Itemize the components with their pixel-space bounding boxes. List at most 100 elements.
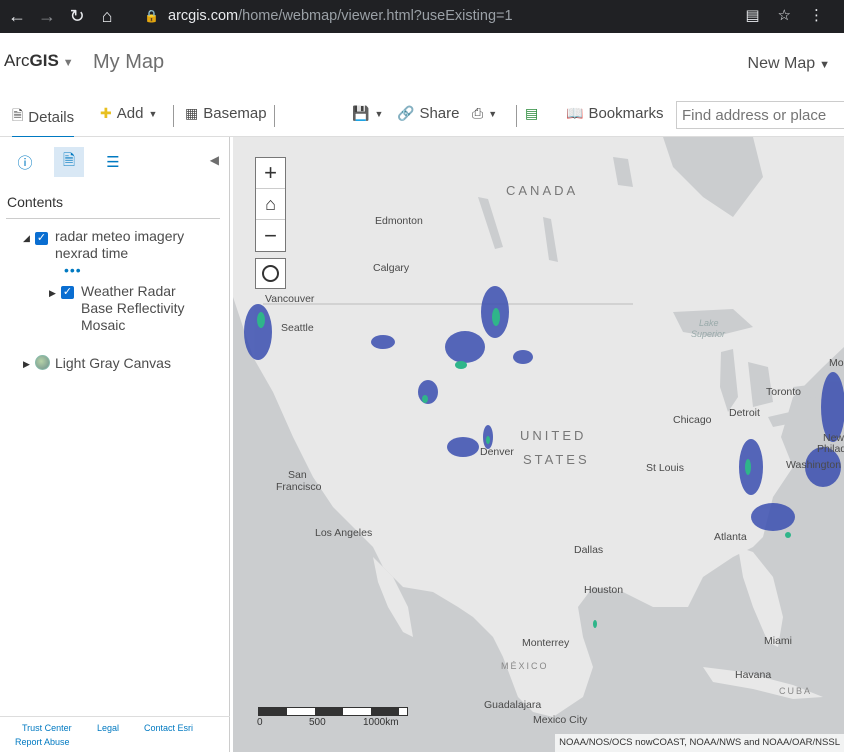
layer-radar-meteo-name[interactable]: radar meteo imagery nexrad time bbox=[55, 228, 184, 262]
label-houston: Houston bbox=[584, 584, 624, 596]
basemap-globe-icon bbox=[35, 355, 50, 370]
chevron-down-icon: ▼ bbox=[374, 108, 384, 119]
label-havana: Havana bbox=[735, 669, 772, 681]
save-disk-icon: 💾 bbox=[352, 105, 370, 121]
trust-center-link[interactable]: Trust Center bbox=[22, 723, 72, 733]
map-toolbar: 🗎 Details ✚ Add ▼ ▦ Basemap 💾 ▼ 🔗 Share ⎙ ▼ ▤ 📖… bbox=[0, 91, 844, 138]
layer-visibility-checkbox[interactable]: ✓ bbox=[35, 232, 48, 245]
label-monterrey: Monterrey bbox=[522, 637, 570, 649]
contact-esri-link[interactable]: Contact Esri bbox=[144, 723, 193, 733]
contents-heading: Contents bbox=[7, 194, 64, 210]
link-icon: 🔗 bbox=[397, 105, 415, 121]
label-montreal: Mo bbox=[829, 357, 844, 369]
details-button[interactable]: 🗎 Details bbox=[12, 105, 75, 138]
layer-light-gray-canvas-name[interactable]: Light Gray Canvas bbox=[55, 355, 171, 372]
zoom-out-button[interactable]: − bbox=[256, 220, 285, 251]
label-philadelphia: Philade bbox=[817, 443, 844, 455]
browser-toolbar: ← → ↻ ⌂ 🔒 arcgis.com/home/webmap/viewer.… bbox=[0, 0, 844, 33]
chevron-down-icon: ▼ bbox=[488, 108, 498, 119]
label-united: UNITED bbox=[520, 428, 587, 443]
label-dallas: Dallas bbox=[574, 544, 604, 556]
new-map-menu[interactable]: New Map ▼ bbox=[748, 55, 830, 73]
scale-label-500: 500 bbox=[309, 717, 326, 728]
arcgis-brand-menu[interactable]: ArcGIS ▼ bbox=[4, 51, 74, 71]
home-icon[interactable]: ⌂ bbox=[94, 4, 120, 30]
forward-icon[interactable]: → bbox=[34, 4, 60, 30]
printer-icon: ⎙ bbox=[472, 105, 484, 121]
label-san: San bbox=[288, 469, 307, 481]
legend-list-icon[interactable]: ☰ bbox=[98, 147, 128, 177]
label-vancouver: Vancouver bbox=[265, 293, 315, 305]
label-lake: Lake bbox=[699, 318, 719, 328]
scale-bar bbox=[258, 707, 408, 716]
measure-button[interactable]: ▤ bbox=[525, 105, 538, 122]
menu-dots-icon[interactable]: ⋮ bbox=[809, 6, 824, 24]
add-button[interactable]: ✚ Add ▼ bbox=[100, 105, 157, 122]
basemap-grid-icon: ▦ bbox=[185, 105, 199, 121]
label-seattle: Seattle bbox=[281, 322, 314, 334]
chevron-down-icon: ▼ bbox=[62, 57, 74, 69]
expand-triangle-icon[interactable]: ▶ bbox=[23, 359, 30, 370]
label-guadalajara: Guadalajara bbox=[484, 699, 542, 711]
label-cuba: CUBA bbox=[779, 686, 813, 696]
label-st-louis: St Louis bbox=[646, 462, 684, 474]
label-chicago: Chicago bbox=[673, 414, 712, 426]
bookmark-star-icon[interactable]: ☆ bbox=[778, 6, 791, 24]
contents-panel: ⓘ 🗎 ☰ ◀ Contents ◢ ✓ radar meteo imagery… bbox=[0, 137, 230, 752]
label-superior: Superior bbox=[691, 329, 726, 339]
address-bar[interactable]: 🔒 arcgis.com/home/webmap/viewer.html?use… bbox=[136, 3, 840, 29]
bookmarks-icon: 📖 bbox=[566, 105, 584, 121]
label-mexico: MÉXICO bbox=[501, 661, 549, 671]
label-washington: Washington bbox=[786, 459, 842, 471]
sublayer-weather-radar-name[interactable]: Weather Radar Base Reflectivity Mosaic bbox=[81, 283, 184, 334]
map-attribution: NOAA/NOS/OCS nowCOAST, NOAA/NWS and NOAA… bbox=[555, 734, 844, 752]
search-input[interactable] bbox=[676, 101, 844, 129]
sublayer-visibility-checkbox[interactable]: ✓ bbox=[61, 286, 74, 299]
default-extent-home-button[interactable]: ⌂ bbox=[256, 189, 285, 220]
expand-triangle-icon[interactable]: ▶ bbox=[49, 288, 56, 299]
lock-icon: 🔒 bbox=[144, 9, 159, 23]
label-mexico-city: Mexico City bbox=[533, 714, 588, 726]
label-atlanta: Atlanta bbox=[714, 531, 747, 543]
basemap-button[interactable]: ▦ Basemap bbox=[185, 105, 267, 122]
expand-triangle-icon[interactable]: ◢ bbox=[23, 233, 30, 244]
label-denver: Denver bbox=[480, 446, 514, 458]
basemap-drawing bbox=[233, 137, 844, 717]
label-states: STATES bbox=[523, 452, 590, 467]
label-los-angeles: Los Angeles bbox=[315, 527, 373, 539]
back-icon[interactable]: ← bbox=[4, 4, 30, 30]
label-calgary: Calgary bbox=[373, 262, 410, 274]
label-francisco: Francisco bbox=[276, 481, 322, 493]
add-layer-icon: ✚ bbox=[100, 105, 112, 121]
label-miami: Miami bbox=[764, 635, 792, 647]
app-header: ArcGIS ▼ My Map New Map ▼ bbox=[0, 33, 844, 91]
label-toronto: Toronto bbox=[766, 386, 802, 398]
map-title[interactable]: My Map bbox=[93, 51, 164, 74]
zoom-control: + ⌂ − bbox=[255, 157, 286, 252]
ruler-icon: ▤ bbox=[525, 105, 539, 121]
map-view[interactable]: CANADA UNITED STATES MÉXICO CUBA Lake Su… bbox=[233, 137, 844, 752]
reload-icon[interactable]: ↻ bbox=[64, 4, 90, 30]
collapse-panel-icon[interactable]: ◀ bbox=[210, 153, 219, 167]
content-tab-icon[interactable]: 🗎 bbox=[54, 147, 84, 177]
crosshair-icon bbox=[262, 265, 279, 282]
cast-icon[interactable]: ▤ bbox=[745, 6, 759, 24]
save-button[interactable]: 💾 ▼ bbox=[352, 105, 383, 122]
about-info-icon[interactable]: ⓘ bbox=[10, 147, 40, 177]
url-text: arcgis.com/home/webmap/viewer.html?useEx… bbox=[168, 8, 513, 24]
chevron-down-icon: ▼ bbox=[148, 108, 158, 119]
zoom-in-button[interactable]: + bbox=[256, 158, 285, 189]
scale-label-1000: 1000km bbox=[363, 717, 399, 728]
share-button[interactable]: 🔗 Share bbox=[397, 105, 459, 122]
chevron-down-icon: ▼ bbox=[819, 59, 830, 71]
legal-link[interactable]: Legal bbox=[97, 723, 119, 733]
details-icon: 🗎 bbox=[12, 107, 24, 123]
report-abuse-link[interactable]: Report Abuse bbox=[15, 737, 70, 747]
footer-links: Trust Center Legal Contact Esri Report A… bbox=[0, 716, 230, 752]
label-canada: CANADA bbox=[506, 183, 579, 198]
bookmarks-button[interactable]: 📖 Bookmarks bbox=[566, 105, 663, 122]
locate-button[interactable] bbox=[255, 258, 286, 289]
layer-options-icon[interactable]: ••• bbox=[64, 262, 82, 278]
print-button[interactable]: ⎙ ▼ bbox=[472, 105, 497, 122]
label-detroit: Detroit bbox=[729, 407, 760, 419]
